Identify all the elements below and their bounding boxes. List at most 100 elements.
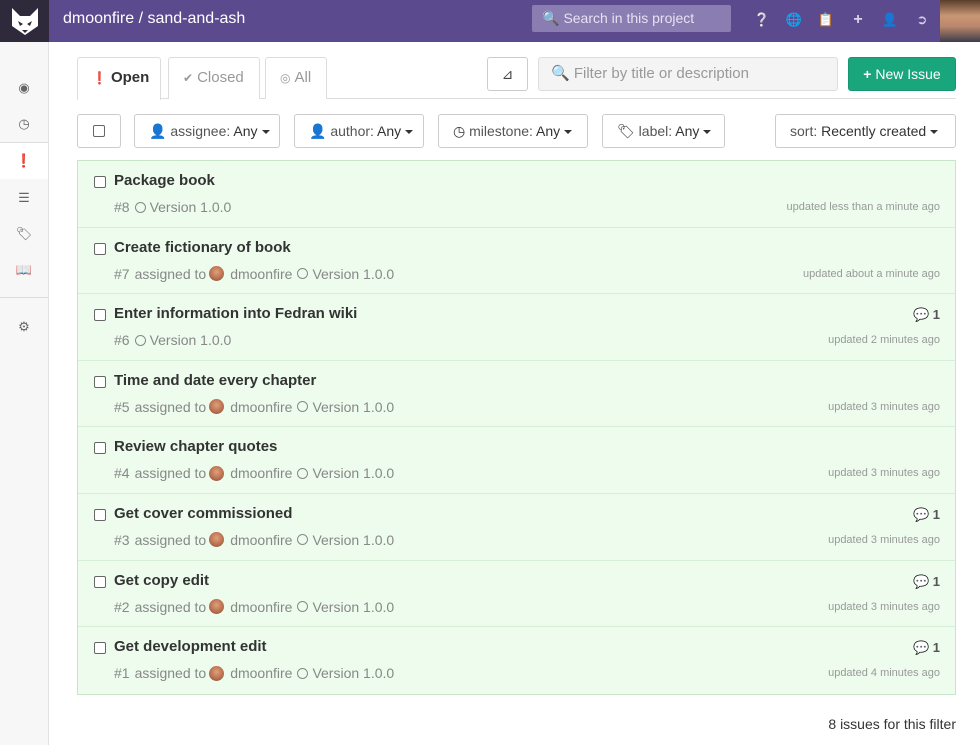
new-issue-button[interactable]: + New Issue	[848, 57, 956, 91]
search-icon: 🔍	[551, 65, 570, 82]
issue-row[interactable]: Create fictionary of book #7 assigned to dm…	[78, 228, 955, 295]
project-search-input[interactable]: 🔍 Search in this project	[532, 5, 731, 32]
project-title[interactable]: dmoonfire / sand-and-ash	[63, 9, 245, 29]
tab-closed[interactable]: ✔ Closed	[168, 57, 260, 99]
assignee-name[interactable]: dmoonfire	[230, 599, 292, 615]
issue-checkbox[interactable]	[94, 242, 106, 255]
wiki-icon[interactable]: 📖	[0, 252, 48, 288]
milestone-link[interactable]: Version 1.0.0	[312, 599, 394, 615]
assignee-avatar[interactable]	[209, 599, 225, 615]
tab-all[interactable]: ◎ All	[265, 57, 327, 99]
issue-row[interactable]: Enter information into Fedran wiki #6 Vers…	[78, 294, 955, 361]
updated-timestamp: updated 3 minutes ago	[828, 600, 940, 613]
issue-checkbox[interactable]	[94, 176, 106, 188]
comments-count[interactable]: 💬 1	[913, 307, 940, 323]
issue-row[interactable]: Review chapter quotes #4 assigned to dmoonf…	[78, 427, 955, 494]
issue-title[interactable]: Enter information into Fedran wiki	[114, 305, 357, 322]
filter-input[interactable]: 🔍 Filter by title or description	[538, 57, 838, 91]
issue-title[interactable]: Create fictionary of book	[114, 239, 291, 256]
issue-checkbox[interactable]	[94, 508, 106, 521]
milestone-link[interactable]: Version 1.0.0	[150, 332, 232, 348]
assignee-name[interactable]: dmoonfire	[230, 665, 292, 681]
dashboard-icon[interactable]: ◉	[0, 70, 48, 106]
user-avatar[interactable]	[940, 0, 980, 42]
assignee-avatar[interactable]	[209, 465, 225, 481]
milestone-link[interactable]: Version 1.0.0	[312, 465, 394, 481]
gitlab-logo[interactable]	[0, 0, 49, 42]
milestone-clock-icon	[297, 601, 309, 613]
issue-checkbox[interactable]	[94, 375, 106, 388]
comments-icon: 💬	[912, 506, 933, 522]
history-icon[interactable]: ◷	[0, 106, 48, 142]
issue-title[interactable]: Get development edit	[114, 638, 267, 655]
issue-meta: #8 Version 1.0.0	[114, 199, 231, 215]
assignee-avatar[interactable]	[209, 532, 225, 548]
issue-number[interactable]: #1	[114, 665, 130, 681]
issue-row[interactable]: Time and date every chapter #5 assigned to…	[78, 361, 955, 428]
globe-icon[interactable]: 🌐	[778, 10, 810, 30]
issue-checkbox[interactable]	[94, 642, 106, 655]
milestone-link[interactable]: Version 1.0.0	[150, 199, 232, 215]
issue-number[interactable]: #7	[114, 266, 130, 282]
help-icon[interactable]: ❔	[746, 10, 778, 30]
issue-meta: #7 assigned to dmoonfire Version 1.0.0	[114, 266, 394, 282]
issue-number[interactable]: #6	[114, 332, 130, 348]
issue-title[interactable]: Get copy edit	[114, 572, 209, 589]
milestone-clock-icon	[134, 201, 146, 213]
assignee-name[interactable]: dmoonfire	[230, 465, 292, 481]
issue-number[interactable]: #8	[114, 199, 130, 215]
updated-timestamp: updated less than a minute ago	[786, 201, 940, 213]
issue-number[interactable]: #4	[114, 465, 130, 481]
milestone-link[interactable]: Version 1.0.0	[312, 266, 394, 282]
label-filter[interactable]: 🏷 label: Any	[602, 114, 725, 148]
issue-title[interactable]: Get cover commissioned	[114, 505, 292, 522]
issue-checkbox[interactable]	[94, 575, 106, 588]
issue-row[interactable]: Get development edit #1 assigned to dmoonfi…	[78, 627, 955, 694]
assignee-avatar[interactable]	[209, 399, 225, 415]
sort-dropdown[interactable]: sort: Recently created	[775, 114, 956, 148]
issue-title[interactable]: Package book	[114, 172, 215, 189]
milestone-link[interactable]: Version 1.0.0	[312, 665, 394, 681]
milestones-icon[interactable]: ☰	[0, 180, 48, 216]
issue-row[interactable]: Get copy edit #2 assigned to dmoonfire Versi…	[78, 561, 955, 628]
caret-down-icon	[405, 130, 414, 135]
select-all-checkbox[interactable]	[77, 114, 121, 148]
issue-meta: #5 assigned to dmoonfire Version 1.0.0	[114, 399, 394, 415]
sidebar-divider	[0, 297, 48, 298]
assignee-filter[interactable]: 👤 assignee: Any	[134, 114, 280, 148]
comments-count[interactable]: 💬 1	[913, 574, 940, 590]
settings-icon[interactable]: ⚙	[0, 309, 48, 345]
issue-title[interactable]: Time and date every chapter	[114, 372, 316, 389]
comments-count[interactable]: 💬 1	[913, 640, 940, 656]
assignee-name[interactable]: dmoonfire	[230, 399, 292, 415]
milestone-link[interactable]: Version 1.0.0	[312, 399, 394, 415]
issue-number[interactable]: #5	[114, 399, 130, 415]
issue-title[interactable]: Review chapter quotes	[114, 438, 277, 455]
snippets-icon[interactable]: 📋	[810, 10, 842, 30]
assignee-name[interactable]: dmoonfire	[230, 266, 292, 282]
labels-icon[interactable]: 🏷	[0, 216, 48, 252]
check-icon: ✔	[183, 71, 194, 85]
user-icon[interactable]: 👤	[874, 10, 906, 30]
issue-number[interactable]: #2	[114, 599, 130, 615]
header-actions: ❔ 🌐 📋 + 👤 ➲	[746, 10, 938, 30]
issue-row[interactable]: Get cover commissioned #3 assigned to dmoon…	[78, 494, 955, 561]
project-sidebar: ◉ ◷ ❗ ☰ 🏷 📖 ⚙	[0, 42, 49, 745]
issue-checkbox[interactable]	[94, 309, 106, 322]
assignee-avatar[interactable]	[209, 266, 225, 282]
rss-button[interactable]: ⊿	[487, 57, 528, 91]
issue-row[interactable]: Package book #8 Version 1.0.0 updated less …	[78, 161, 955, 228]
comments-count[interactable]: 💬 1	[913, 507, 940, 523]
issue-checkbox[interactable]	[94, 442, 106, 455]
tab-open[interactable]: ❗ Open	[77, 57, 161, 100]
milestone-filter[interactable]: ◷ milestone: Any	[438, 114, 588, 148]
milestone-link[interactable]: Version 1.0.0	[312, 532, 394, 548]
issues-icon[interactable]: ❗	[0, 143, 48, 179]
author-filter[interactable]: 👤 author: Any	[294, 114, 424, 148]
sign-out-icon[interactable]: ➲	[906, 10, 938, 30]
assignee-name[interactable]: dmoonfire	[230, 532, 292, 548]
assignee-avatar[interactable]	[209, 665, 225, 681]
plus-icon[interactable]: +	[842, 10, 874, 30]
issue-number[interactable]: #3	[114, 532, 130, 548]
clock-icon: ◷	[453, 123, 466, 139]
